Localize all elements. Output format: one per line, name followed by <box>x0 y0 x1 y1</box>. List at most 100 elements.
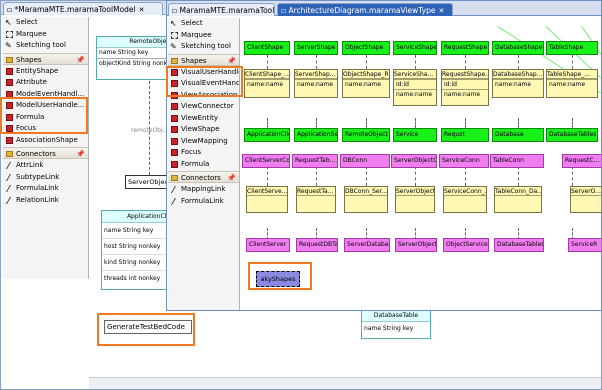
shape-label: ServiceConn <box>442 157 480 164</box>
palette-connectors-drawer[interactable]: Connectors 📌 <box>3 147 88 159</box>
file-icon: ▫ <box>281 6 287 15</box>
green-entity-box[interactable]: ApplicationSer... <box>294 128 338 142</box>
view-shape-box[interactable]: DatabaseShap... name:name <box>492 69 544 98</box>
pink-connector-box[interactable]: ClientServerConn <box>242 154 290 168</box>
green-shape-box[interactable]: TableShape <box>546 41 598 55</box>
palette-focus[interactable]: Focus <box>168 147 239 159</box>
dashed-connector <box>267 118 268 128</box>
pink-connector-box[interactable]: RequestTab... <box>292 154 338 168</box>
back-scrollbar[interactable] <box>89 377 601 389</box>
green-shape-box[interactable]: ObjectShape <box>342 41 390 55</box>
pink-entity-box[interactable]: DatabaseTables <box>494 238 544 252</box>
connector-view-box[interactable]: DBConn_Ser... <box>344 186 388 213</box>
palette-sketching-tool[interactable]: ✎ Sketching tool <box>168 41 239 53</box>
dashed-connector <box>518 118 519 128</box>
palette-formulalink[interactable]: FormulaLink <box>3 183 88 195</box>
connector-view-box[interactable]: ServerO... <box>570 186 601 213</box>
shape-label: ServerObjectConn <box>394 157 437 164</box>
palette-marquee-tool[interactable]: Marquee <box>168 30 239 42</box>
folder-icon <box>171 57 178 64</box>
shape-icon <box>171 126 178 133</box>
palette-viewconnector[interactable]: ViewConnector <box>168 101 239 113</box>
green-shape-box[interactable]: ServiceShape <box>393 41 437 55</box>
tab-middle-model[interactable]: ▫ MaramaMTE.maramaToolModel <box>168 3 275 16</box>
pink-entity-box[interactable]: ServiceR <box>568 238 601 252</box>
palette-marquee-tool[interactable]: Marquee <box>3 29 88 41</box>
palette-formula[interactable]: Formula <box>168 159 239 171</box>
server-object-entity[interactable]: ServerObject <box>125 175 170 189</box>
palette-viewentity[interactable]: ViewEntity <box>168 113 239 125</box>
application-client-entity[interactable]: ApplicationCli name String key host Stri… <box>101 210 171 290</box>
pink-entity-box[interactable]: ServerDatabase <box>344 238 390 252</box>
pink-connector-box[interactable]: ServerObjectConn <box>391 154 437 168</box>
green-entity-box[interactable]: Service <box>393 128 437 142</box>
connector-view-box[interactable]: ServiceConn_... <box>443 186 487 213</box>
palette-item-label: ViewEntity <box>181 113 219 122</box>
palette-sketching-tool[interactable]: ✎ Sketching tool <box>3 40 88 52</box>
pin-icon[interactable]: 📌 <box>76 148 85 160</box>
pink-connector-box[interactable]: TableConn <box>490 154 544 168</box>
green-entity-box[interactable]: ApplicationClient <box>244 128 290 142</box>
green-entity-box[interactable]: RemoteObject <box>342 128 390 142</box>
pin-icon[interactable]: 📌 <box>76 54 85 66</box>
palette-shapes-drawer[interactable]: Shapes 📌 <box>3 52 88 66</box>
palette-attrlink[interactable]: AttrLink <box>3 160 88 172</box>
palette-item-label: MappingLink <box>181 185 226 193</box>
palette-select-tool[interactable]: ↖ Select <box>168 18 239 30</box>
tab-back-model[interactable]: ▫ *MaramaMTE.maramaToolModel ✕ <box>3 2 163 15</box>
shape-label: RequestDBTable <box>299 241 337 248</box>
pink-entity-box[interactable]: ObjectService <box>443 238 489 252</box>
green-entity-box[interactable]: Database <box>492 128 544 142</box>
view-shape-box[interactable]: RequestShape... id:id name:name <box>441 69 489 106</box>
dashed-connector <box>366 166 367 186</box>
view-shape-box[interactable]: TableShape_... name:name <box>546 69 598 98</box>
connector-view-box[interactable]: TableConn_Da... <box>494 186 542 213</box>
palette-entityshape[interactable]: EntityShape <box>3 66 88 78</box>
green-shape-box[interactable]: ServerShape <box>294 41 338 55</box>
pink-connector-box[interactable]: RequestC... <box>562 154 601 168</box>
palette-subtypelink[interactable]: SubtypeLink <box>3 172 88 184</box>
view-shape-box[interactable]: ServiceSha... id:id name:name <box>393 69 437 106</box>
view-shape-box[interactable]: ObjectShape_R... name:name <box>342 69 390 98</box>
database-table-entity[interactable]: DatabaseTable name String key <box>361 308 431 339</box>
palette-associationshape[interactable]: AssociationShape <box>3 135 88 147</box>
green-shape-box[interactable]: RequestShape <box>441 41 489 55</box>
pin-icon[interactable]: 📌 <box>227 55 236 67</box>
palette-shapes-drawer[interactable]: Shapes 📌 <box>168 53 239 67</box>
palette-viewshape[interactable]: ViewShape <box>168 124 239 136</box>
shape-label: TableConn_Da... <box>495 188 542 196</box>
green-shape-box[interactable]: ClientShape <box>244 41 290 55</box>
connector-view-box[interactable]: ClientServe... <box>246 186 288 213</box>
dashed-connector <box>465 55 466 69</box>
connector-view-box[interactable]: ServerObjectC... <box>395 186 435 213</box>
pink-entity-box[interactable]: ClientServer <box>246 238 290 252</box>
tab-middle-model-label: MaramaMTE.maramaToolModel <box>179 6 275 15</box>
green-shape-box[interactable]: DatabaseShape <box>492 41 544 55</box>
pink-connector-box[interactable]: DBConn <box>340 154 390 168</box>
entity-attribute: name String key <box>97 48 175 59</box>
palette-formulalink[interactable]: FormulaLink <box>168 196 239 208</box>
green-entity-box[interactable]: Requst <box>441 128 489 142</box>
palette-select-tool[interactable]: ↖ Select <box>3 17 88 29</box>
pin-icon[interactable]: 📌 <box>227 172 236 184</box>
palette-mappinglink[interactable]: MappingLink <box>168 184 239 196</box>
shape-label: RequestShape <box>444 44 488 51</box>
tab-architecture-diagram[interactable]: ▫ ArchitectureDiagram.maramaViewType ✕ <box>277 3 453 16</box>
green-entity-box[interactable]: DatabaseTables <box>546 128 598 142</box>
dashed-connector <box>415 118 416 128</box>
palette-connectors-drawer[interactable]: Connectors 📌 <box>168 171 239 183</box>
pink-entity-box[interactable]: ServerObject <box>395 238 437 252</box>
palette-relationlink[interactable]: RelationLink <box>3 195 88 207</box>
palette-attribute[interactable]: Attribute <box>3 77 88 89</box>
pink-connector-box[interactable]: ServiceConn <box>439 154 489 168</box>
dashed-connector <box>415 166 416 186</box>
palette-viewmapping[interactable]: ViewMapping <box>168 136 239 148</box>
pink-entity-box[interactable]: RequestDBTable <box>296 238 338 252</box>
connector-view-box[interactable]: RequestTa... <box>296 186 336 213</box>
view-shape-box[interactable]: ServerShap... name:name <box>294 69 338 98</box>
close-icon[interactable]: ✕ <box>439 7 445 15</box>
view-mapping-line: name:name <box>493 79 543 89</box>
close-icon[interactable]: ✕ <box>139 6 145 14</box>
remote-object-entity[interactable]: RemoteObject name String key objectKind … <box>96 36 176 80</box>
view-shape-box[interactable]: ClientShape_... name:name <box>244 69 290 98</box>
